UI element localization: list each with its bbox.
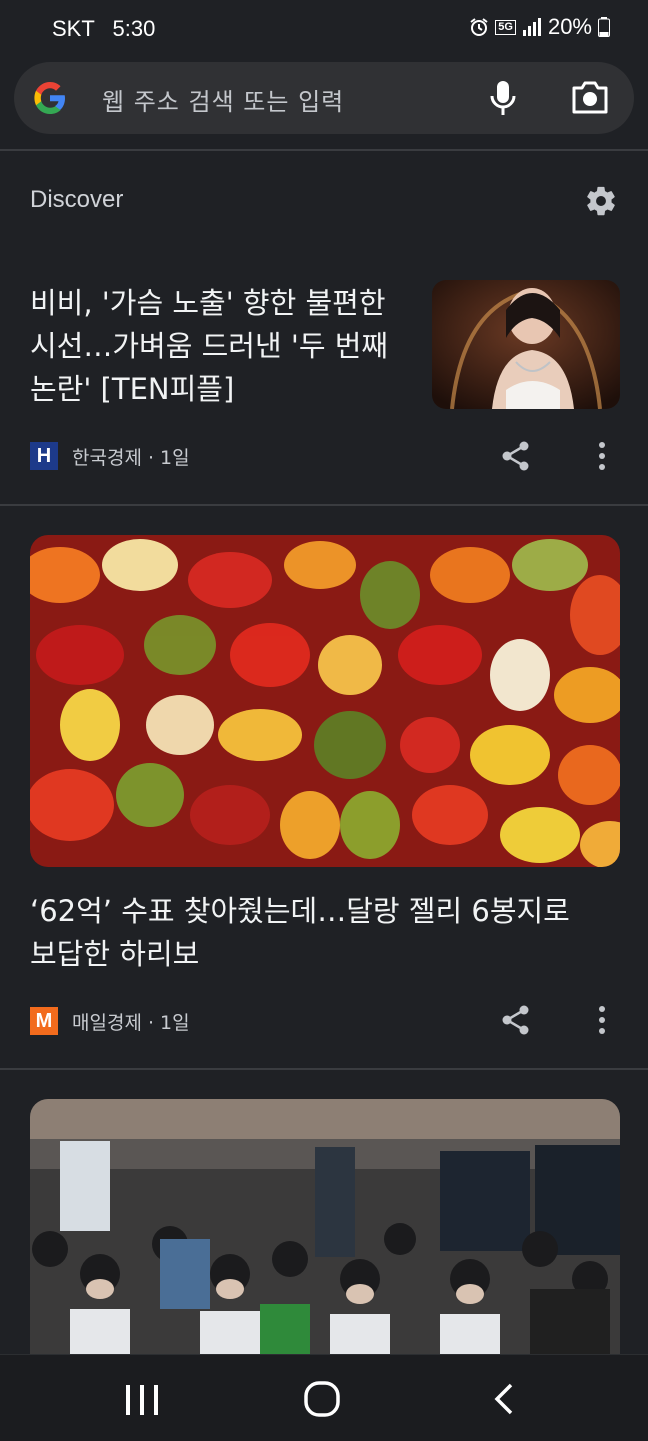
article-title[interactable]: ‘62억’ 수표 찾아줬는데…달랑 젤리 6봉지로 보답한 하리보 [30, 890, 620, 976]
title-line: 논란' [TEN피플] [30, 372, 235, 406]
publisher-logo: M [30, 1007, 58, 1035]
share-icon[interactable] [500, 1004, 532, 1036]
job-fair-image [30, 1099, 620, 1354]
thumbnail-image [432, 280, 620, 409]
article-image[interactable] [30, 1099, 620, 1354]
status-left: SKT 5:30 [52, 16, 155, 42]
recents-icon[interactable] [124, 1385, 160, 1415]
source-row[interactable]: H 한국경제 · 1일 [30, 441, 190, 471]
back-icon[interactable] [492, 1383, 516, 1415]
battery-percent: 20% [547, 14, 592, 39]
clock: 5:30 [112, 16, 156, 41]
article-title[interactable]: 비비, '가슴 노출' 향한 불편한 시선…가벼움 드러낸 '두 번째 논란' … [30, 282, 410, 411]
title-line: 보답한 하리보 [30, 937, 200, 971]
article-image[interactable] [30, 535, 620, 867]
signal-icon [522, 18, 541, 36]
home-icon[interactable] [304, 1381, 340, 1417]
camera-icon[interactable] [570, 80, 610, 116]
battery-icon [598, 17, 610, 37]
mic-icon[interactable] [488, 80, 518, 116]
navigation-bar [0, 1354, 648, 1441]
status-right: 5G 20% [469, 14, 610, 40]
gear-icon[interactable] [584, 184, 618, 218]
publisher-logo: H [30, 442, 58, 470]
discover-title: Discover [30, 186, 124, 213]
network-badge: 5G [495, 19, 516, 35]
status-bar: SKT 5:30 5G 20% [0, 0, 648, 60]
divider [0, 504, 648, 506]
search-input[interactable]: 웹 주소 검색 또는 입력 [102, 82, 344, 117]
search-bar[interactable]: 웹 주소 검색 또는 입력 [14, 62, 634, 134]
share-icon[interactable] [500, 440, 532, 472]
title-line: ‘62억’ 수표 찾아줬는데…달랑 젤리 6봉지로 [30, 894, 570, 928]
source-label: 매일경제 · 1일 [72, 1011, 190, 1034]
google-g-icon [34, 82, 65, 114]
article-thumbnail[interactable] [432, 280, 620, 409]
source-label: 한국경제 · 1일 [72, 446, 190, 469]
title-line: 비비, '가슴 노출' 향한 불편한 [30, 286, 386, 320]
title-line: 시선…가벼움 드러낸 '두 번째 [30, 329, 389, 363]
more-vert-icon[interactable] [590, 440, 614, 472]
divider [0, 149, 648, 151]
carrier-label: SKT [52, 16, 95, 41]
gummy-bears-image [30, 535, 620, 867]
divider [0, 1068, 648, 1070]
source-row[interactable]: M 매일경제 · 1일 [30, 1006, 190, 1036]
more-vert-icon[interactable] [590, 1004, 614, 1036]
alarm-icon [470, 18, 488, 36]
